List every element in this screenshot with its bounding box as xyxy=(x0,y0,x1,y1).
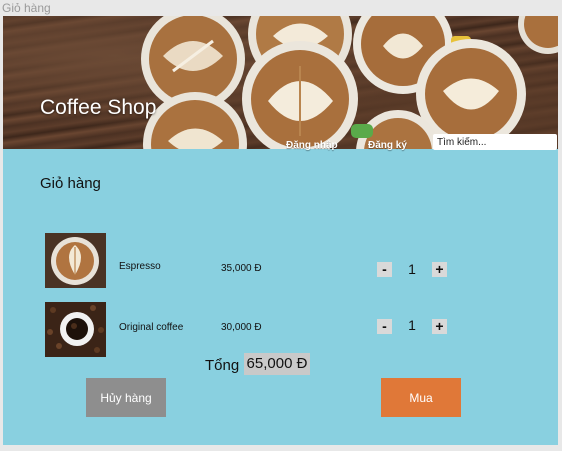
cart-item: Espresso 35,000 Đ - 1 + xyxy=(3,233,558,291)
total-label: Tổng xyxy=(205,357,240,374)
buy-button[interactable]: Mua xyxy=(381,378,461,417)
register-link[interactable]: Đăng ký xyxy=(368,140,407,151)
original-coffee-image xyxy=(45,302,106,357)
cart-item: Original coffee 30,000 Đ - 1 + xyxy=(3,302,558,360)
total-value: 65,000 Đ xyxy=(244,353,310,375)
item-price: 30,000 Đ xyxy=(221,322,262,333)
increase-quantity-button[interactable]: + xyxy=(432,319,447,334)
item-quantity: 1 xyxy=(408,317,416,333)
item-quantity: 1 xyxy=(408,261,416,277)
coffee-cups-image xyxy=(141,16,558,149)
decrease-quantity-button[interactable]: - xyxy=(377,319,392,334)
espresso-image xyxy=(45,233,106,288)
app-window: Coffee Shop Đăng nhập Đăng ký Giỏ hàng E… xyxy=(3,16,558,445)
item-price: 35,000 Đ xyxy=(221,263,262,274)
brand-title: Coffee Shop xyxy=(40,96,157,119)
item-name: Original coffee xyxy=(119,322,184,333)
window-title: Giỏ hàng xyxy=(2,1,51,15)
increase-quantity-button[interactable]: + xyxy=(432,262,447,277)
login-link[interactable]: Đăng nhập xyxy=(286,140,338,151)
decrease-quantity-button[interactable]: - xyxy=(377,262,392,277)
search-input[interactable] xyxy=(433,134,557,150)
cancel-order-button[interactable]: Hủy hàng xyxy=(86,378,166,417)
hero-banner: Coffee Shop xyxy=(3,16,558,149)
item-name: Espresso xyxy=(119,261,161,272)
cart-title: Giỏ hàng xyxy=(40,175,101,192)
